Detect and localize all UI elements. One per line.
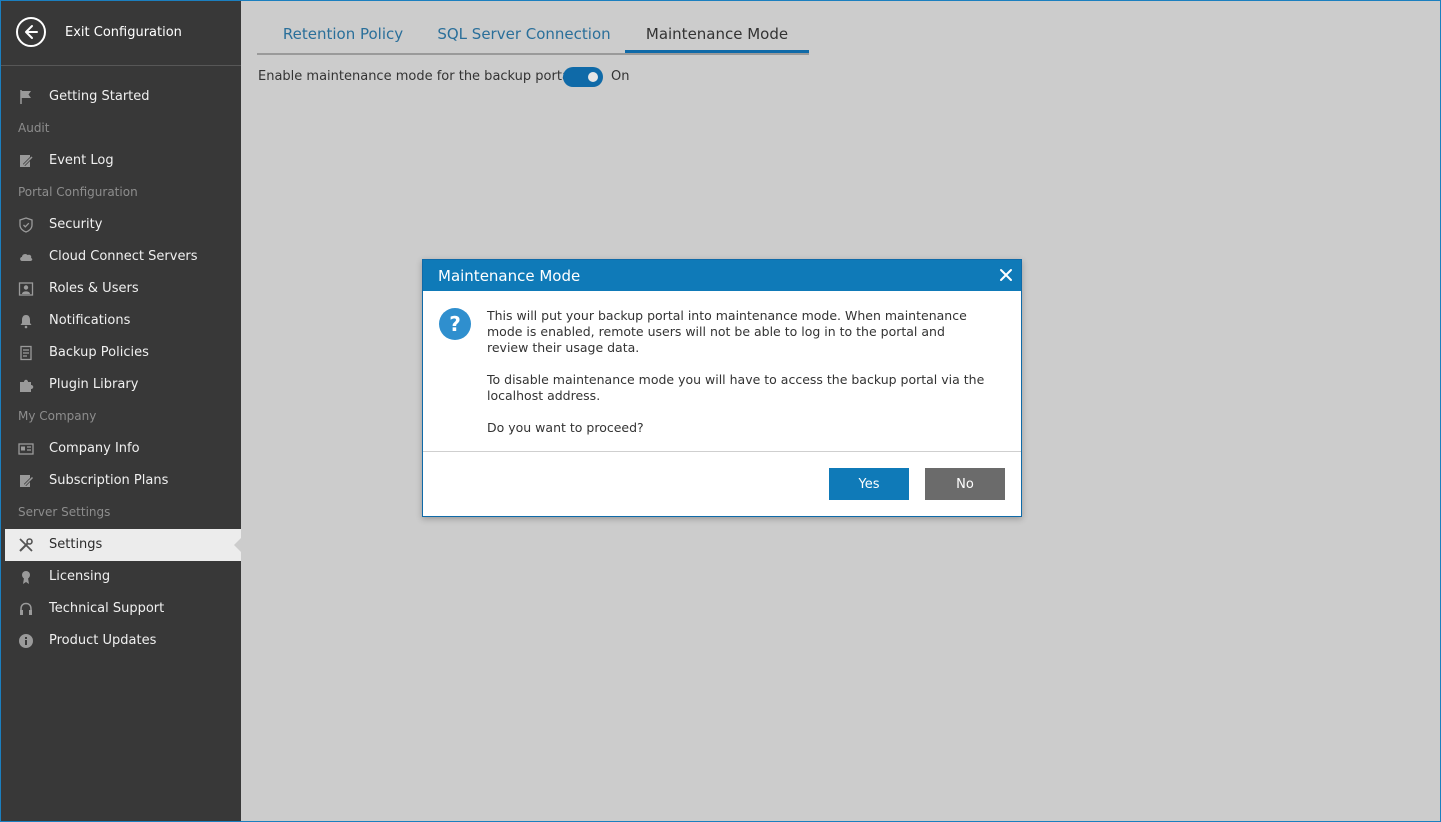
sidebar-item-company-info[interactable]: Company Info — [1, 433, 241, 465]
sidebar-nav: Getting Started Audit Event Log Portal Conf… — [1, 81, 242, 657]
document-icon — [18, 345, 34, 361]
no-button[interactable]: No — [925, 468, 1005, 500]
puzzle-icon — [18, 377, 34, 393]
exit-configuration-button[interactable]: Exit Configuration — [1, 1, 241, 65]
sidebar-section-portal-configuration: Portal Configuration — [1, 177, 241, 209]
sidebar-section-audit: Audit — [1, 113, 241, 145]
sidebar-item-plugin-library[interactable]: Plugin Library — [1, 369, 241, 401]
sidebar-item-backup-policies[interactable]: Backup Policies — [1, 337, 241, 369]
user-card-icon — [18, 281, 34, 297]
maintenance-toggle-row: Enable maintenance mode for the backup p… — [258, 67, 858, 89]
settings-tabs: Retention Policy SQL Server Connection M… — [257, 23, 809, 55]
sidebar-divider — [1, 65, 241, 66]
sidebar-item-label: Getting Started — [49, 89, 150, 104]
sidebar-item-product-updates[interactable]: Product Updates — [1, 625, 241, 657]
maintenance-toggle-label: Enable maintenance mode for the backup p… — [258, 69, 578, 84]
headset-icon — [18, 601, 34, 617]
sidebar-section-label: Server Settings — [18, 505, 111, 519]
maintenance-mode-toggle[interactable] — [563, 67, 603, 87]
bell-icon — [18, 313, 34, 329]
event-log-icon — [18, 153, 34, 169]
sidebar-section-label: Portal Configuration — [18, 185, 138, 199]
exit-configuration-label: Exit Configuration — [65, 25, 182, 40]
dialog-paragraph: Do you want to proceed? — [487, 420, 644, 435]
close-icon[interactable] — [999, 268, 1013, 282]
sidebar-item-label: Licensing — [49, 569, 111, 584]
sidebar-item-label: Company Info — [49, 441, 140, 456]
tools-icon — [18, 537, 34, 553]
sidebar-item-technical-support[interactable]: Technical Support — [1, 593, 241, 625]
dialog-paragraph: To disable maintenance mode you will hav… — [487, 372, 985, 403]
info-icon — [18, 633, 34, 649]
dialog-paragraph: This will put your backup portal into ma… — [487, 308, 967, 355]
sidebar-item-subscription-plans[interactable]: Subscription Plans — [1, 465, 241, 497]
sidebar-item-notifications[interactable]: Notifications — [1, 305, 241, 337]
sidebar-item-label: Subscription Plans — [49, 473, 169, 488]
id-card-icon — [18, 441, 34, 457]
sidebar-section-label: My Company — [18, 409, 97, 423]
shield-icon — [18, 217, 34, 233]
sidebar-item-label: Event Log — [49, 153, 114, 168]
dialog-header: Maintenance Mode — [423, 260, 1021, 291]
tab-label: SQL Server Connection — [437, 25, 611, 43]
flag-icon — [18, 89, 34, 105]
sidebar-section-my-company: My Company — [1, 401, 241, 433]
tab-sql-server-connection[interactable]: SQL Server Connection — [429, 23, 619, 53]
maintenance-mode-dialog: Maintenance Mode ? This will put your ba… — [422, 259, 1022, 517]
license-icon — [18, 569, 34, 585]
tab-label: Maintenance Mode — [645, 25, 789, 43]
sidebar-item-label: Product Updates — [49, 633, 157, 648]
sidebar-item-label: Cloud Connect Servers — [49, 249, 198, 264]
app-window: Exit Configuration Getting Started Audit E… — [0, 0, 1441, 822]
back-arrow-icon — [16, 17, 46, 47]
sidebar-item-security[interactable]: Security — [1, 209, 241, 241]
pen-document-icon — [18, 473, 34, 489]
sidebar: Exit Configuration Getting Started Audit E… — [1, 1, 242, 821]
sidebar-item-label: Settings — [49, 537, 103, 552]
dialog-message: This will put your backup portal into ma… — [487, 308, 987, 452]
sidebar-item-label: Plugin Library — [49, 377, 139, 392]
sidebar-section-label: Audit — [18, 121, 50, 135]
tab-retention-policy[interactable]: Retention Policy — [265, 23, 421, 53]
dialog-title: Maintenance Mode — [438, 267, 581, 285]
tab-maintenance-mode[interactable]: Maintenance Mode — [625, 23, 809, 53]
cloud-icon — [18, 249, 34, 265]
sidebar-item-label: Notifications — [49, 313, 131, 328]
sidebar-item-label: Backup Policies — [49, 345, 149, 360]
sidebar-section-server-settings: Server Settings — [1, 497, 241, 529]
toggle-knob — [588, 72, 598, 82]
sidebar-item-cloud-connect-servers[interactable]: Cloud Connect Servers — [1, 241, 241, 273]
maintenance-toggle-state: On — [611, 69, 630, 84]
sidebar-item-label: Security — [49, 217, 103, 232]
sidebar-item-label: Technical Support — [49, 601, 165, 616]
sidebar-item-roles-users[interactable]: Roles & Users — [1, 273, 241, 305]
sidebar-item-label: Roles & Users — [49, 281, 139, 296]
question-icon: ? — [439, 308, 471, 340]
sidebar-item-settings[interactable]: Settings — [5, 529, 242, 561]
dialog-divider — [423, 451, 1021, 452]
sidebar-item-licensing[interactable]: Licensing — [1, 561, 241, 593]
tab-label: Retention Policy — [282, 25, 404, 43]
yes-button[interactable]: Yes — [829, 468, 909, 500]
sidebar-item-event-log[interactable]: Event Log — [1, 145, 241, 177]
sidebar-item-getting-started[interactable]: Getting Started — [1, 81, 241, 113]
